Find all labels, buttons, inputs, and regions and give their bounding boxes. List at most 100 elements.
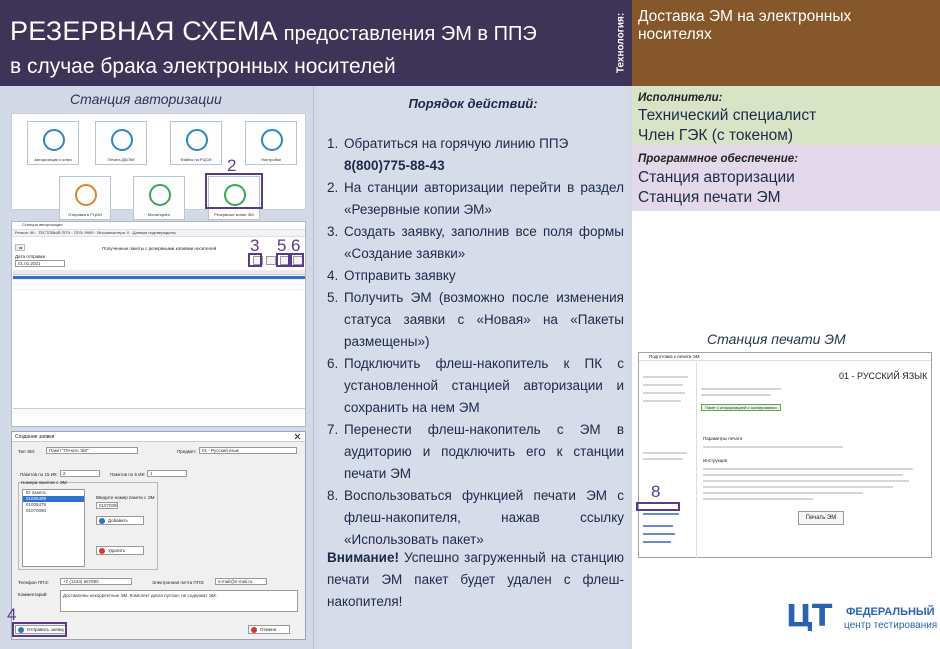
- marker-8: 8: [651, 482, 661, 501]
- cancel-button[interactable]: Отмена: [248, 625, 290, 634]
- step-item: 1. Обратиться на горячую линию ППЭ 8(800…: [324, 133, 624, 177]
- tile-monitoring[interactable]: Мониторинг: [133, 176, 185, 220]
- software-item: Станция печати ЭМ: [638, 189, 781, 206]
- check-icon: [149, 184, 171, 206]
- refresh-button[interactable]: [266, 256, 276, 265]
- warning-note: Внимание! Успешно загруженный на станцию…: [327, 547, 624, 613]
- dialog-title: Создание заявки: [12, 432, 305, 442]
- technology-vertical-label: Технология:: [610, 0, 632, 86]
- software-label: Программное обеспечение:: [638, 153, 798, 165]
- step-item: 7. Перенести флеш-накопитель с ЭМ в аудит…: [324, 419, 624, 485]
- performer-item: Технический специалист: [638, 107, 817, 124]
- sidebar-line: [643, 376, 688, 378]
- window-status-bar: Регион: 90 - ТЕСТОВЫЙ ППЭ · ППЭ: 9999 · …: [12, 230, 305, 237]
- software-box: Программное обеспечение: Станция авториз…: [632, 145, 940, 211]
- vertical-label-text: Технология:: [615, 12, 627, 74]
- step-text: Перенести флеш-накопитель с ЭМ в аудитор…: [344, 422, 624, 481]
- enter-packet-input[interactable]: 01070090: [96, 502, 118, 509]
- step-item: 3. Создать заявку, заполнив все поля форм…: [324, 221, 624, 265]
- gear-icon: [261, 129, 283, 151]
- packets15-input[interactable]: 2: [60, 470, 100, 477]
- title-sub: предоставления ЭМ в ППЭ: [283, 23, 537, 45]
- back-button[interactable]: [15, 244, 25, 251]
- table-row[interactable]: [13, 286, 305, 290]
- tile-label: Авторизация и ключ: [34, 157, 72, 162]
- performers-label: Исполнители:: [638, 92, 723, 104]
- comment-textarea[interactable]: Доставлены некорректные ЭМ. Комплект дис…: [60, 590, 298, 612]
- info-line: [701, 388, 781, 390]
- page-title: РЕЗЕРВНАЯ СХЕМА предоставления ЭМ в ППЭ: [10, 16, 537, 47]
- middle-column: Порядок действий: 1. Обратиться на горяч…: [313, 86, 632, 649]
- step-number: 8.: [327, 488, 339, 503]
- print-sidebar: [639, 362, 697, 558]
- instruction-line: [703, 468, 913, 470]
- auth-station-screenshot: Авторизация и ключ Печать ДБ/ЭМ Файлы на…: [11, 113, 306, 220]
- tile-label: Настройки: [261, 157, 281, 162]
- phone-input[interactable]: +7 (1234) 567890: [60, 578, 132, 585]
- date-label: Дата отправки: [15, 254, 45, 259]
- warning-label: Внимание!: [327, 550, 399, 565]
- packet-listbox[interactable]: ID пакета 01005499 01005475 01070090: [22, 489, 85, 567]
- steps-title: Порядок действий:: [408, 96, 538, 111]
- table-header: [13, 270, 305, 275]
- step-number: 1.: [327, 136, 339, 151]
- instruction-line: [703, 486, 893, 488]
- tile-auth-key[interactable]: Авторизация и ключ: [27, 121, 79, 165]
- tile-label: Отправка в РЦОИ: [68, 212, 102, 217]
- cancel-icon: [251, 627, 257, 633]
- close-icon[interactable]: [294, 433, 302, 440]
- sidebar-link[interactable]: [643, 541, 671, 543]
- print-station-caption: Станция печати ЭМ: [707, 331, 846, 347]
- tile-print-db[interactable]: Печать ДБ/ЭМ: [95, 121, 147, 165]
- subject-heading: 01 - РУССКИЙ ЯЗЫК: [839, 371, 928, 381]
- software-item: Станция авторизации: [638, 169, 795, 186]
- step-text: Воспользоваться функцией печати ЭМ с фле…: [344, 488, 624, 547]
- print-window-title: Подготовка к печати ЭМ: [639, 353, 931, 361]
- highlight-create: [248, 253, 262, 267]
- steps-panel: Порядок действий: 1. Обратиться на горяч…: [318, 86, 628, 649]
- list-item[interactable]: 01070090: [23, 508, 84, 514]
- info-line: [703, 446, 843, 448]
- table-row[interactable]: [13, 276, 305, 280]
- step-text: Подключить флеш-накопитель к ПК с устано…: [344, 356, 624, 415]
- email-label: Электронная почта ППЭ:: [152, 580, 205, 585]
- tile-send-rcoi[interactable]: Отправка в РЦОИ: [59, 176, 111, 220]
- type-select[interactable]: Пакет "Печать ЭМ": [46, 447, 138, 454]
- info-line: [701, 394, 771, 396]
- use-package-link[interactable]: [643, 513, 679, 515]
- print-em-button[interactable]: Печать ЭМ: [798, 511, 844, 525]
- step-text: Получить ЭМ (возможно после изменения ст…: [344, 290, 624, 349]
- date-field[interactable]: 01.01.2021: [15, 260, 65, 267]
- email-input[interactable]: e-mail@e-mail.ru: [215, 578, 267, 585]
- header-banner: РЕЗЕРВНАЯ СХЕМА предоставления ЭМ в ППЭ в…: [0, 0, 612, 86]
- key-icon: [43, 129, 65, 151]
- sidebar-line: [643, 458, 683, 460]
- logo-mark: ЦТ: [786, 599, 832, 634]
- auth-station-caption: Станция авторизации: [70, 91, 222, 107]
- highlight-download: [276, 253, 290, 267]
- sidebar-line: [643, 392, 685, 394]
- cancel-button-label: Отмена: [260, 627, 277, 632]
- table-row[interactable]: [13, 281, 305, 285]
- add-button-label: Добавить: [108, 518, 128, 523]
- step-number: 5.: [327, 290, 339, 305]
- type-label: Тип ЭМ:: [18, 449, 35, 454]
- logo-line1: ФЕДЕРАЛЬНЫЙ: [846, 606, 935, 618]
- add-button[interactable]: Добавить: [96, 516, 144, 525]
- sidebar-link[interactable]: [643, 525, 673, 527]
- subject-select[interactable]: 01 - Русский язык: [199, 447, 297, 454]
- packets5-input[interactable]: 1: [147, 470, 187, 477]
- instruction-line: [703, 474, 903, 476]
- packages-window-screenshot: Станция авторизации Регион: 90 - ТЕСТОВЫ…: [11, 221, 306, 427]
- step-text: Создать заявку, заполнив все поля формы …: [344, 224, 624, 261]
- tile-files-rcoi[interactable]: Файлы на РЦОИ: [170, 121, 222, 165]
- tile-label: Резервные копии ЭМ: [214, 212, 254, 217]
- numbers-label: Номера пакетов с ЭМ:: [21, 480, 68, 485]
- scan-banner: Пакет с информацией о сканировании: [701, 404, 781, 411]
- sidebar-link[interactable]: [643, 533, 675, 535]
- tile-settings[interactable]: Настройки: [245, 121, 297, 165]
- step-number: 4.: [327, 268, 339, 283]
- upload-icon: [75, 184, 97, 206]
- delete-button[interactable]: Удалить: [96, 546, 144, 555]
- step-text: Обратиться на горячую линию ППЭ: [344, 136, 569, 151]
